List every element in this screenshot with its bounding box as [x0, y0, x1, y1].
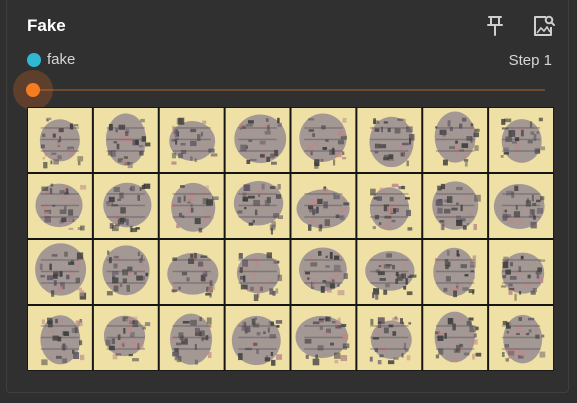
image-search-icon — [534, 15, 555, 36]
sample-tile — [489, 108, 553, 172]
sample-tile — [93, 108, 158, 172]
image-card: Fake fake Step 1 — [6, 0, 569, 393]
sample-tile — [291, 306, 356, 370]
sample-tile — [28, 108, 92, 172]
sample-tile — [291, 108, 356, 172]
sample-tile — [225, 108, 290, 172]
sample-image-grid[interactable] — [27, 107, 554, 371]
sample-tile — [423, 108, 488, 172]
pin-button[interactable] — [482, 12, 508, 40]
sample-tile — [291, 174, 356, 238]
sample-tile — [423, 306, 488, 370]
sample-tile — [93, 306, 158, 370]
series-color-dot — [27, 52, 41, 67]
image-search-button[interactable] — [531, 12, 557, 40]
generated-samples-image — [28, 108, 553, 370]
sample-tile — [28, 306, 92, 370]
sample-tile — [28, 174, 92, 238]
sample-tile — [357, 174, 422, 238]
slider-thumb[interactable] — [26, 83, 40, 97]
sample-tile — [225, 306, 290, 370]
sample-tile — [159, 174, 224, 238]
sample-tile — [357, 240, 422, 304]
card-title: Fake — [27, 16, 66, 35]
sample-tile — [423, 174, 488, 238]
step-label: Step 1 — [508, 52, 552, 69]
sample-tile — [291, 240, 356, 304]
sample-tile — [489, 174, 553, 238]
sample-tile — [357, 306, 422, 370]
sample-tile — [93, 240, 158, 304]
slider-track — [33, 89, 545, 91]
step-slider[interactable] — [13, 70, 545, 110]
sample-tile — [93, 174, 158, 238]
sample-tile — [28, 240, 92, 304]
sample-tile — [423, 240, 488, 304]
sample-tile — [159, 306, 224, 370]
series-legend: fake — [27, 51, 75, 68]
sample-tile — [225, 174, 290, 238]
sample-tile — [489, 240, 553, 304]
sample-tile — [225, 240, 290, 304]
sample-tile — [159, 240, 224, 304]
sample-tile — [489, 306, 553, 370]
sample-tile — [357, 108, 422, 172]
sample-tile — [159, 108, 224, 172]
pin-icon — [487, 16, 503, 36]
series-label: fake — [47, 51, 76, 68]
